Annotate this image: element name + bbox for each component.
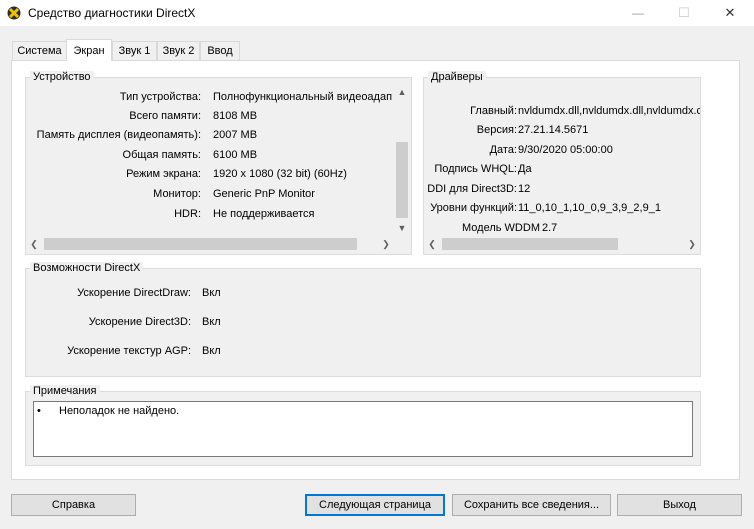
device-value: Не поддерживается [213, 208, 315, 220]
device-value: Generic PnP Monitor [213, 188, 315, 200]
exit-button[interactable]: Выход [617, 494, 742, 516]
driver-label: Уровни функций: [430, 202, 517, 214]
minimize-button[interactable]: — [615, 0, 661, 26]
title-bar: Средство диагностики DirectX — ☐ ✕ [0, 0, 754, 26]
driver-label: Главный: [470, 105, 517, 117]
device-value: 2007 MB [213, 129, 258, 141]
tab-sound-2[interactable]: Звук 2 [157, 41, 200, 60]
driver-label: Дата: [489, 144, 517, 156]
feature-value: Вкл [202, 316, 221, 328]
driver-label: Версия: [476, 124, 517, 136]
tab-label: Система [17, 45, 62, 57]
device-value: Полнофункциональный видеоадап [213, 91, 393, 103]
help-button-label: Справка [51, 499, 96, 511]
driver-label: Подпись WHQL: [434, 163, 517, 175]
scroll-thumb[interactable] [44, 238, 357, 250]
window-title: Средство диагностики DirectX [28, 6, 196, 20]
exit-button-label: Выход [663, 499, 696, 511]
driver-label: Модель WDDM [462, 222, 540, 234]
close-icon: ✕ [724, 5, 736, 20]
scroll-thumb[interactable] [442, 238, 618, 250]
notes-bullet: • [37, 405, 41, 417]
tab-label: Звук 2 [162, 45, 195, 57]
scroll-thumb[interactable] [396, 142, 408, 218]
driver-value: 27.21.14.5671 [518, 124, 589, 136]
driver-value: Да [518, 163, 532, 175]
device-label: Память дисплея (видеопамять): [36, 129, 201, 141]
device-horizontal-scrollbar[interactable]: ❮ ❯ [26, 236, 394, 252]
device-label: Режим экрана: [126, 168, 201, 180]
device-label: Монитор: [153, 188, 201, 200]
directx-app-icon [7, 6, 21, 20]
device-group-title: Устройство [30, 71, 94, 83]
device-list: Тип устройства: Полнофункциональный виде… [26, 86, 394, 231]
tab-display[interactable]: Экран [66, 39, 112, 61]
drivers-group-title: Драйверы [428, 71, 486, 83]
driver-value: 12 [518, 183, 531, 195]
driver-label: DDI для Direct3D: [427, 183, 517, 195]
device-label: HDR: [174, 208, 201, 220]
notes-box[interactable]: • Неполадок не найдено. [33, 401, 693, 457]
save-all-info-button-label: Сохранить все сведения... [463, 499, 600, 511]
tab-sound-1[interactable]: Звук 1 [112, 41, 157, 60]
device-value: 6100 MB [213, 149, 258, 161]
drivers-list: Главный: nvldumdx.dll,nvldumdx.dll,nvldu… [424, 96, 700, 236]
device-label: Тип устройства: [119, 91, 201, 103]
scroll-down-icon[interactable]: ▼ [394, 220, 410, 236]
notes-title: Примечания [30, 385, 100, 397]
scroll-up-icon[interactable]: ▲ [394, 84, 410, 100]
drivers-horizontal-scrollbar[interactable]: ❮ ❯ [424, 236, 700, 252]
feature-value: Вкл [202, 287, 221, 299]
minimize-icon: — [632, 6, 644, 20]
device-value: 1920 x 1080 (32 bit) (60Hz) [213, 168, 347, 180]
help-button[interactable]: Справка [11, 494, 136, 516]
next-page-button[interactable]: Следующая страница [305, 494, 445, 516]
maximize-icon: ☐ [678, 5, 690, 20]
next-page-button-label: Следующая страница [319, 499, 431, 511]
driver-value: 11_0,10_1,10_0,9_3,9_2,9_1 [518, 202, 661, 214]
device-label: Всего памяти: [129, 110, 201, 122]
tab-label: Экран [73, 44, 105, 57]
tab-label: Звук 1 [118, 45, 151, 57]
feature-label: Ускорение DirectDraw: [77, 287, 191, 299]
feature-value: Вкл [202, 345, 221, 357]
scroll-right-icon[interactable]: ❯ [684, 236, 700, 252]
save-all-info-button[interactable]: Сохранить все сведения... [452, 494, 611, 516]
directx-features-title: Возможности DirectX [30, 262, 144, 274]
device-label: Общая память: [122, 149, 201, 161]
device-value: 8108 MB [213, 110, 258, 122]
scroll-right-icon[interactable]: ❯ [378, 236, 394, 252]
scroll-left-icon[interactable]: ❮ [424, 236, 440, 252]
feature-label: Ускорение текстур AGP: [67, 345, 191, 357]
device-vertical-scrollbar[interactable]: ▲ ▼ [394, 84, 410, 236]
driver-value: nvldumdx.dll,nvldumdx.dll,nvldumdx.c [518, 105, 700, 117]
maximize-button[interactable]: ☐ [661, 0, 707, 26]
driver-value: 2.7 [542, 222, 558, 234]
feature-label: Ускорение Direct3D: [88, 316, 191, 328]
tab-input[interactable]: Ввод [200, 41, 240, 60]
close-button[interactable]: ✕ [707, 0, 753, 26]
scroll-left-icon[interactable]: ❮ [26, 236, 42, 252]
notes-item: Неполадок не найдено. [59, 405, 180, 417]
tab-system[interactable]: Система [12, 41, 67, 60]
driver-value: 9/30/2020 05:00:00 [518, 144, 613, 156]
tab-label: Ввод [207, 45, 233, 57]
